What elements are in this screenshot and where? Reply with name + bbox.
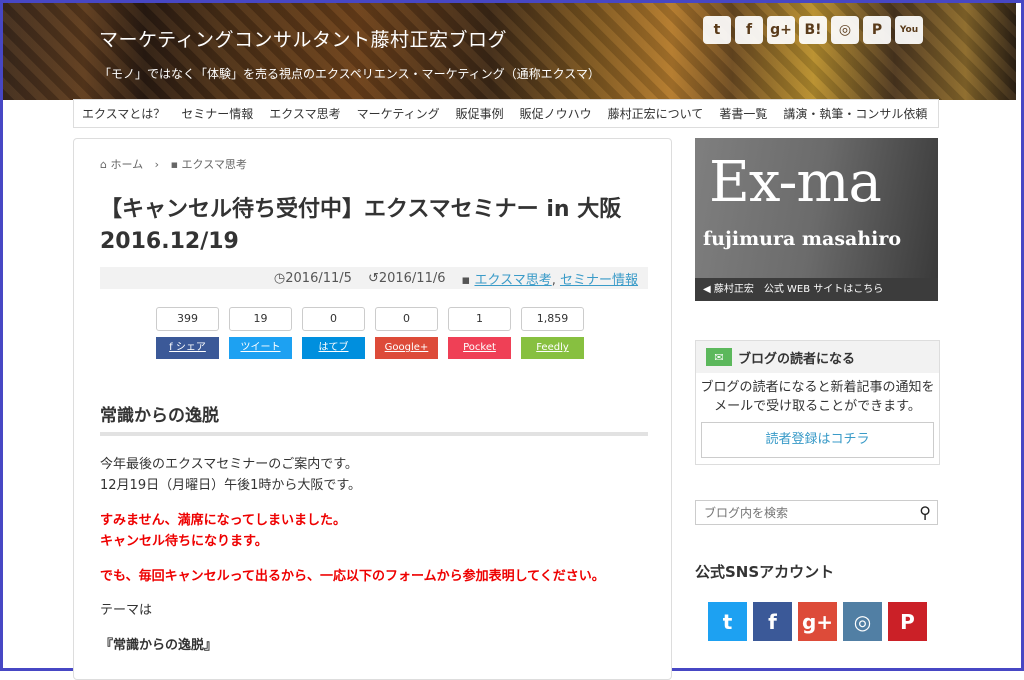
post-title: 【キャンセル待ち受付中】エクスマセミナー in 大阪 2016.12/19 bbox=[100, 197, 622, 254]
site-title[interactable]: マーケティングコンサルタント藤村正宏ブログ bbox=[99, 25, 507, 52]
breadcrumb-separator: › bbox=[154, 158, 160, 171]
post-categories: ▪ エクスマ思考, セミナー情報 bbox=[461, 272, 638, 288]
googleplus-icon[interactable]: g+ bbox=[767, 16, 795, 44]
pinterest-icon[interactable]: P bbox=[863, 16, 891, 44]
history-icon: ↺ bbox=[367, 270, 379, 286]
nav-item-cases[interactable]: 販促事例 bbox=[448, 105, 512, 122]
share-count: 19 bbox=[229, 307, 292, 331]
instagram-icon[interactable]: ◎ bbox=[843, 602, 882, 641]
nav-item-knowhow[interactable]: 販促ノウハウ bbox=[512, 105, 600, 122]
share-count: 1 bbox=[448, 307, 511, 331]
search-input[interactable] bbox=[702, 504, 906, 521]
theme-name: 『常識からの逸脱』 bbox=[100, 638, 218, 653]
share-count: 0 bbox=[375, 307, 438, 331]
folder-icon: ▪ bbox=[461, 272, 475, 288]
home-icon: ⌂ bbox=[100, 158, 107, 171]
nav-item-about[interactable]: エクスマとは？ bbox=[74, 105, 173, 122]
hatena-icon[interactable]: B! bbox=[799, 16, 827, 44]
share-hatena: 0 はてブ bbox=[302, 307, 365, 359]
paragraph: 今年最後のエクスマセミナーのご案内です。 12月19日（月曜日）午後1時から大阪で… bbox=[100, 457, 362, 493]
nav-item-thinking[interactable]: エクスマ思考 bbox=[261, 105, 348, 122]
twitter-icon[interactable]: t bbox=[703, 16, 731, 44]
header-sns-icons: t f g+ B! ◎ P You bbox=[703, 16, 923, 44]
article: ⌂ ホーム › ▪ エクスマ思考 【キャンセル待ち受付中】エクスマセミナー in… bbox=[73, 138, 672, 680]
nav-item-marketing[interactable]: マーケティング bbox=[349, 105, 448, 122]
notice-cancel: でも、毎回キャンセルって出るから、一応以下のフォームから参加表明してください。 bbox=[100, 569, 605, 584]
theme-label: テーマは bbox=[100, 603, 153, 618]
section-heading: 常識からの逸脱 bbox=[100, 406, 219, 426]
post-meta: ◷2016/11/5 ↺2016/11/6 ▪ エクスマ思考, セミナー情報 bbox=[100, 267, 648, 289]
published-date: ◷2016/11/5 bbox=[273, 270, 352, 286]
tweet-button[interactable]: ツイート bbox=[229, 337, 292, 359]
reader-widget-text: ブログの読者になると新着記事の通知を メールで受け取ることができます。 bbox=[700, 380, 935, 414]
share-count: 1,859 bbox=[521, 307, 584, 331]
share-feedly: 1,859 Feedly bbox=[521, 307, 584, 359]
share-facebook: 399 f シェア bbox=[156, 307, 219, 359]
nav-item-seminar[interactable]: セミナー情報 bbox=[173, 105, 261, 122]
nav-item-books[interactable]: 著書一覧 bbox=[711, 105, 775, 122]
feedly-button[interactable]: Feedly bbox=[521, 337, 584, 359]
pocket-button[interactable]: Pocket bbox=[448, 337, 511, 359]
share-count: 0 bbox=[302, 307, 365, 331]
banner-title: Ex-ma bbox=[709, 150, 882, 215]
pinterest-icon[interactable]: P bbox=[888, 602, 927, 641]
share-pocket: 1 Pocket bbox=[448, 307, 511, 359]
googleplus-icon[interactable]: g+ bbox=[798, 602, 837, 641]
mail-icon: ✉ bbox=[706, 348, 732, 366]
banner-subtitle: fujimura masahiro bbox=[703, 228, 902, 250]
hatebu-button[interactable]: はてブ bbox=[302, 337, 365, 359]
share-twitter: 19 ツイート bbox=[229, 307, 292, 359]
notice-full: すみません、満席になってしまいました。 キャンセル待ちになります。 bbox=[100, 513, 346, 549]
share-count: 399 bbox=[156, 307, 219, 331]
instagram-icon[interactable]: ◎ bbox=[831, 16, 859, 44]
breadcrumb-category[interactable]: エクスマ思考 bbox=[182, 158, 247, 171]
sns-heading: 公式SNSアカウント bbox=[695, 563, 835, 581]
global-nav: エクスマとは？ セミナー情報 エクスマ思考 マーケティング 販促事例 販促ノウハ… bbox=[73, 99, 939, 128]
site-header: マーケティングコンサルタント藤村正宏ブログ 「モノ」ではなく「体験」を売る視点の… bbox=[3, 3, 1016, 100]
breadcrumb: ⌂ ホーム › ▪ エクスマ思考 bbox=[100, 156, 247, 172]
divider bbox=[100, 432, 648, 436]
share-buttons: 399 f シェア 19 ツイート 0 はてブ 0 Google+ 1 Pocket 1,… bbox=[156, 307, 584, 359]
category-link[interactable]: セミナー情報 bbox=[560, 273, 638, 288]
nav-item-request[interactable]: 講演・執筆・コンサル依頼 bbox=[775, 105, 935, 122]
clock-icon: ◷ bbox=[273, 270, 286, 286]
banner-link-bar[interactable]: ◀ 藤村正宏 公式 WEB サイトはこちら bbox=[695, 278, 938, 301]
googleplus-button[interactable]: Google+ bbox=[375, 337, 438, 359]
youtube-icon[interactable]: You bbox=[895, 16, 923, 44]
search-box: ⚲ bbox=[695, 500, 938, 525]
reader-widget-header: ✉ ブログの読者になる bbox=[696, 341, 939, 373]
updated-date: ↺2016/11/6 bbox=[367, 270, 446, 286]
share-googleplus: 0 Google+ bbox=[375, 307, 438, 359]
twitter-icon[interactable]: t bbox=[708, 602, 747, 641]
site-description: 「モノ」ではなく「体験」を売る視点のエクスペリエンス・マーケティング（通称エクス… bbox=[99, 67, 600, 81]
sidebar-sns-icons: t f g+ ◎ P bbox=[708, 602, 951, 641]
reader-widget: ✉ ブログの読者になる ブログの読者になると新着記事の通知を メールで受け取ること… bbox=[695, 340, 940, 465]
nav-item-profile[interactable]: 藤村正宏について bbox=[600, 105, 712, 122]
subscribe-button[interactable]: 読者登録はコチラ bbox=[701, 422, 934, 458]
official-site-banner[interactable]: Ex-ma fujimura masahiro ◀ 藤村正宏 公式 WEB サイ… bbox=[695, 138, 938, 301]
facebook-share-button[interactable]: f シェア bbox=[156, 337, 219, 359]
reader-widget-title: ブログの読者になる bbox=[738, 351, 856, 367]
breadcrumb-home[interactable]: ホーム bbox=[110, 158, 143, 171]
category-link[interactable]: エクスマ思考 bbox=[474, 273, 551, 288]
facebook-icon[interactable]: f bbox=[735, 16, 763, 44]
facebook-icon[interactable]: f bbox=[753, 602, 792, 641]
folder-icon: ▪ bbox=[170, 158, 179, 171]
search-icon[interactable]: ⚲ bbox=[919, 503, 931, 522]
